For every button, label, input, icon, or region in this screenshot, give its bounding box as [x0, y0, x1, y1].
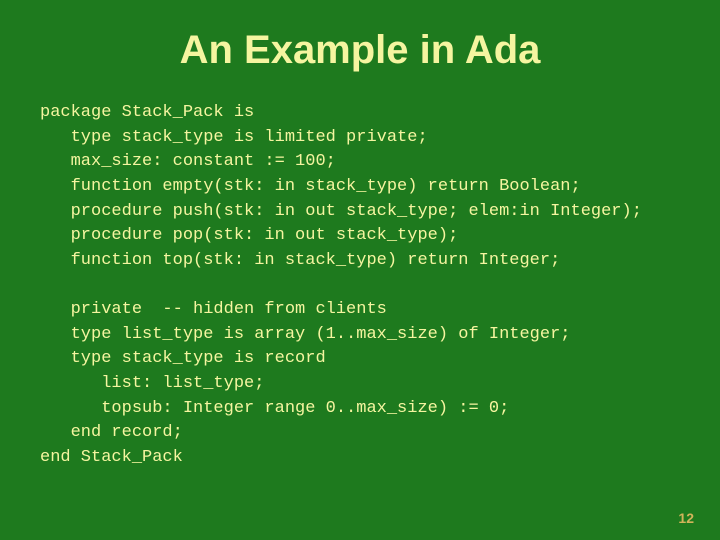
- page-number: 12: [678, 510, 694, 526]
- slide: An Example in Ada package Stack_Pack is …: [0, 0, 720, 540]
- slide-title: An Example in Ada: [40, 28, 680, 73]
- code-block: package Stack_Pack is type stack_type is…: [40, 101, 680, 471]
